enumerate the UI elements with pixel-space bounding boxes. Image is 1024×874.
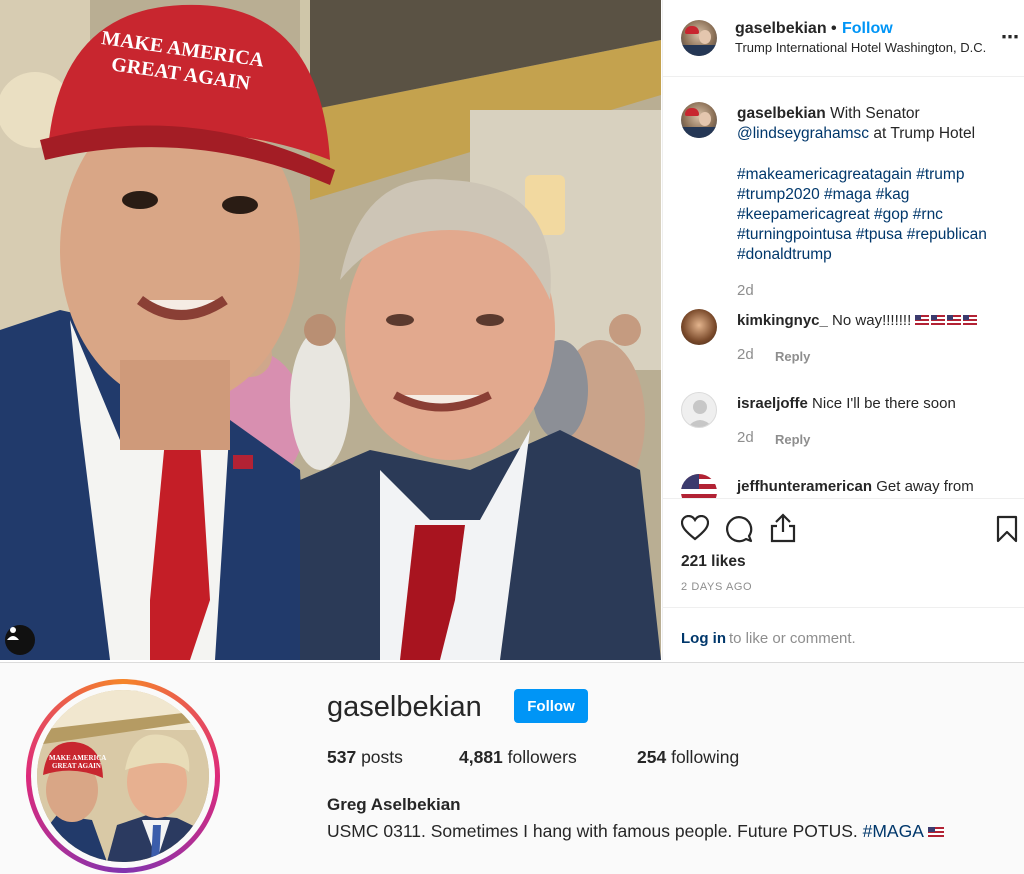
post-photo-illustration: MAKE AMERICA GREAT AGAIN <box>0 0 661 660</box>
login-bar: Log in to like or comment. <box>663 607 1024 660</box>
header-username[interactable]: gaselbekian <box>735 20 827 38</box>
profile-cap-text-line1: MAKE AMERICA <box>49 754 106 762</box>
post-timestamp: 2 DAYS AGO <box>681 581 753 593</box>
following-count: 254 <box>637 747 667 767</box>
posts-count: 537 <box>327 747 357 767</box>
posts-stat: 537 posts <box>327 747 403 768</box>
story-ring[interactable]: MAKE AMERICA GREAT AGAIN <box>26 679 220 873</box>
profile-username: gaselbekian <box>327 691 482 723</box>
reply-button[interactable]: Reply <box>775 349 810 364</box>
profile-picture-illustration: MAKE AMERICA GREAT AGAIN <box>37 690 209 862</box>
caption-hashtags-line2[interactable]: #trump2020 #maga #kag <box>737 186 909 203</box>
profile-bio: USMC 0311. Sometimes I hang with famous … <box>327 821 944 843</box>
comment-icon[interactable] <box>725 515 753 548</box>
us-flag-emoji <box>915 313 979 330</box>
location-link[interactable]: Trump International Hotel Washington, D.… <box>735 40 986 55</box>
heart-icon[interactable] <box>680 514 710 546</box>
us-flag-emoji <box>927 822 944 843</box>
comment-row: kimkingnyc_ No way!!!!!!! <box>737 312 979 330</box>
user-tag-icon[interactable] <box>5 625 35 655</box>
profile-header: MAKE AMERICA GREAT AGAIN gaselbekian Fol… <box>0 662 1024 874</box>
caption-hashtags-line4[interactable]: #turningpointusa #tpusa #republican <box>737 226 987 243</box>
posts-label: posts <box>361 747 403 767</box>
likes-count[interactable]: 221 likes <box>681 553 746 571</box>
comment-row: israeljoffe Nice I'll be there soon <box>737 395 956 412</box>
login-prompt-text: to like or comment. <box>729 630 856 647</box>
caption-text-start: With Senator <box>830 105 920 122</box>
header-follow-button[interactable]: Follow <box>842 20 893 38</box>
comment-avatar-jeffhunteramerican[interactable] <box>681 474 717 498</box>
followers-count: 4,881 <box>459 747 503 767</box>
post-side-panel: gaselbekian • Follow Trump International… <box>662 0 1024 660</box>
post-actions: 221 likes 2 DAYS AGO <box>663 498 1024 608</box>
comment-body: No way!!!!!!! <box>832 312 912 329</box>
caption-hashtags-line5[interactable]: #donaldtrump <box>737 246 832 263</box>
followers-label: followers <box>507 747 577 767</box>
comment-username[interactable]: kimkingnyc_ <box>737 312 828 329</box>
comment-body: Nice I'll be there soon <box>812 395 956 412</box>
comments-list[interactable]: gaselbekian With Senator @lindseygrahams… <box>663 78 1024 498</box>
post-header: gaselbekian • Follow Trump International… <box>663 0 1024 77</box>
avatar[interactable] <box>681 20 717 56</box>
comment-avatar-kimkingnyc[interactable] <box>681 309 717 345</box>
caption-text-end: at Trump Hotel <box>873 125 976 143</box>
profile-follow-button[interactable]: Follow <box>514 689 588 723</box>
profile-cap-text-line2: GREAT AGAIN <box>52 762 101 770</box>
comment-username[interactable]: israeljoffe <box>737 395 808 412</box>
share-icon[interactable] <box>769 513 797 548</box>
comment-username[interactable]: jeffhunteramerican <box>737 478 872 495</box>
comment-row: jeffhunteramerican Get away from <box>737 478 974 495</box>
caption-avatar[interactable] <box>681 102 717 138</box>
reply-button[interactable]: Reply <box>775 432 810 447</box>
bio-text: USMC 0311. Sometimes I hang with famous … <box>327 821 858 841</box>
header-separator: • <box>831 20 837 37</box>
caption-hashtags-line1[interactable]: #makeamericagreatagain #trump <box>737 166 964 183</box>
post-photo[interactable]: MAKE AMERICA GREAT AGAIN <box>0 0 661 660</box>
comment-body: Get away from <box>876 478 974 495</box>
caption: gaselbekian With Senator @lindseygrahams… <box>737 104 1017 266</box>
caption-time: 2d <box>737 282 754 299</box>
more-horizontal-icon[interactable]: ⋯ <box>1001 27 1020 48</box>
caption-hashtags-line3[interactable]: #keepamericagreat #gop #rnc <box>737 206 943 223</box>
caption-username[interactable]: gaselbekian <box>737 105 826 122</box>
default-avatar-icon <box>687 400 713 427</box>
profile-picture[interactable]: MAKE AMERICA GREAT AGAIN <box>37 690 209 862</box>
bio-hashtag[interactable]: #MAGA <box>863 821 923 841</box>
bookmark-icon[interactable] <box>996 515 1018 548</box>
following-stat[interactable]: 254 following <box>637 747 739 768</box>
comment-time: 2d <box>737 346 754 363</box>
comment-avatar-israeljoffe[interactable] <box>681 392 717 428</box>
login-link[interactable]: Log in <box>681 630 726 647</box>
following-label: following <box>671 747 740 767</box>
profile-full-name: Greg Aselbekian <box>327 795 461 814</box>
followers-stat[interactable]: 4,881 followers <box>459 747 577 768</box>
caption-mention[interactable]: @lindseygrahamsc <box>737 125 869 142</box>
comment-time: 2d <box>737 429 754 446</box>
